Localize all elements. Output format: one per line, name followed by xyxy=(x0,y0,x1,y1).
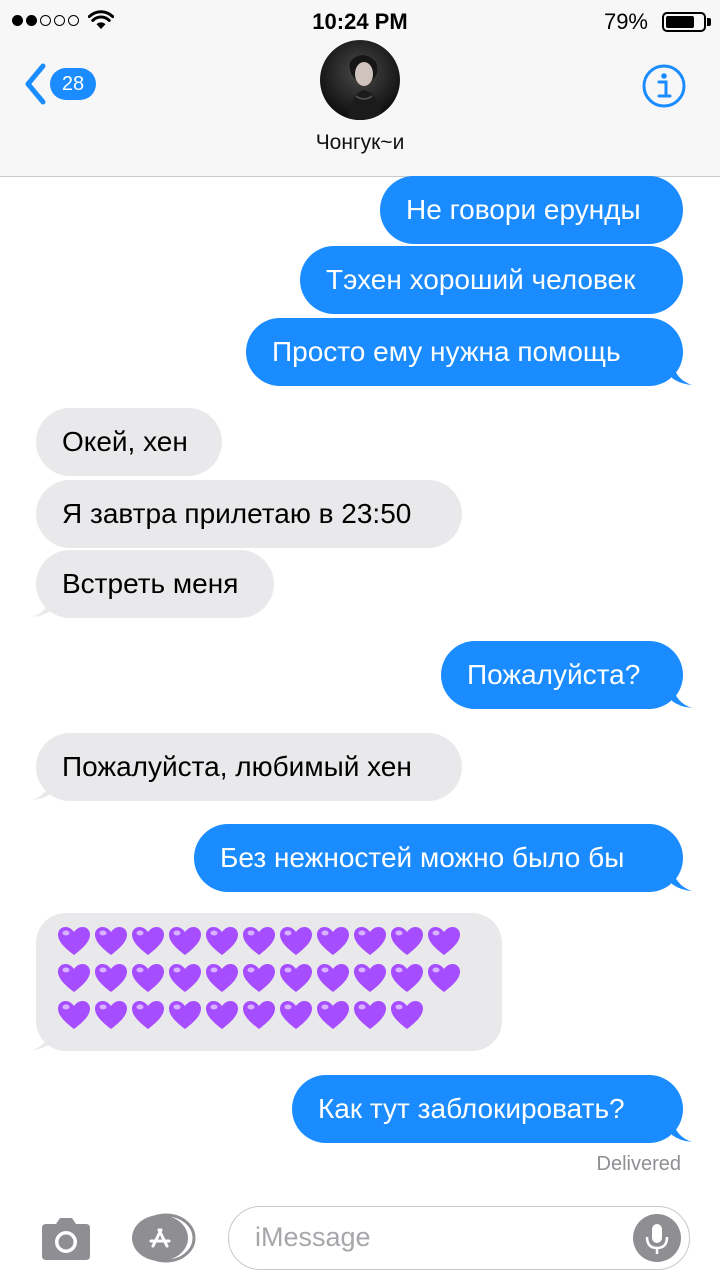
outgoing-message[interactable]: Не говори ерунды xyxy=(380,176,683,244)
microphone-button[interactable] xyxy=(633,1214,681,1262)
purple-heart-icon xyxy=(132,1001,164,1029)
purple-heart-icon xyxy=(58,1001,90,1029)
bubble-tail xyxy=(672,868,692,891)
incoming-message[interactable]: Я завтра прилетаю в 23:50 xyxy=(36,480,462,548)
battery-percent: 79% xyxy=(603,9,648,34)
bubble-tail xyxy=(32,594,52,617)
hearts-row xyxy=(56,923,482,960)
purple-heart-icon xyxy=(58,964,90,992)
purple-heart-icon xyxy=(317,927,349,955)
purple-heart-icon xyxy=(317,1001,349,1029)
message-input-placeholder: iMessage xyxy=(255,1222,371,1252)
contact-avatar[interactable] xyxy=(320,40,400,120)
purple-heart-icon xyxy=(169,964,201,992)
outgoing-message[interactable]: Без нежностей можно было бы xyxy=(194,824,683,892)
outgoing-message[interactable]: Тэхен хороший человек xyxy=(300,246,683,314)
hearts-row xyxy=(56,997,482,1034)
purple-heart-icon xyxy=(132,964,164,992)
outgoing-message[interactable]: Пожалуйста? xyxy=(441,641,683,709)
bubble-tail xyxy=(32,777,52,800)
chevron-left-icon xyxy=(25,63,46,105)
incoming-message[interactable]: Окей, хен xyxy=(36,408,222,476)
purple-heart-icon xyxy=(206,1001,238,1029)
purple-heart-icon xyxy=(428,927,460,955)
bubble-tail xyxy=(672,1119,692,1142)
info-icon[interactable] xyxy=(640,62,688,110)
unread-count-badge: 28 xyxy=(50,68,96,100)
purple-heart-icon xyxy=(391,964,423,992)
battery-icon xyxy=(662,12,706,32)
delivery-status: Delivered xyxy=(596,1153,681,1175)
purple-hearts xyxy=(56,923,482,1034)
purple-heart-icon xyxy=(243,1001,275,1029)
hearts-row xyxy=(56,960,482,997)
incoming-message[interactable]: Пожалуйста, любимый хен xyxy=(36,733,462,801)
bubble-tail xyxy=(672,362,692,385)
bubble-tail xyxy=(672,685,692,708)
purple-heart-icon xyxy=(243,927,275,955)
purple-heart-icon xyxy=(391,1001,423,1029)
purple-heart-icon xyxy=(132,927,164,955)
app-store-icon[interactable] xyxy=(130,1213,196,1263)
outgoing-message[interactable]: Как тут заблокировать? xyxy=(292,1075,683,1143)
bubble-tail xyxy=(32,1027,52,1050)
incoming-message-hearts[interactable] xyxy=(36,913,502,1051)
compose-bar: iMessage xyxy=(0,1196,720,1280)
purple-heart-icon xyxy=(280,964,312,992)
purple-heart-icon xyxy=(206,964,238,992)
incoming-message[interactable]: Встреть меня xyxy=(36,550,274,618)
purple-heart-icon xyxy=(354,964,386,992)
purple-heart-icon xyxy=(206,927,238,955)
purple-heart-icon xyxy=(354,927,386,955)
purple-heart-icon xyxy=(243,964,275,992)
purple-heart-icon xyxy=(95,1001,127,1029)
purple-heart-icon xyxy=(317,964,349,992)
conversation-header: 10:24 PM 79% 28 Чонгук~и xyxy=(0,0,720,177)
purple-heart-icon xyxy=(169,927,201,955)
purple-heart-icon xyxy=(95,964,127,992)
purple-heart-icon xyxy=(428,964,460,992)
purple-heart-icon xyxy=(58,927,90,955)
purple-heart-icon xyxy=(391,927,423,955)
purple-heart-icon xyxy=(95,927,127,955)
purple-heart-icon xyxy=(280,1001,312,1029)
back-button[interactable]: 28 xyxy=(24,62,96,106)
status-bar: 10:24 PM 79% xyxy=(0,0,720,44)
purple-heart-icon xyxy=(169,1001,201,1029)
purple-heart-icon xyxy=(354,1001,386,1029)
camera-icon[interactable] xyxy=(38,1216,94,1262)
purple-heart-icon xyxy=(280,927,312,955)
contact-name[interactable]: Чонгук~и xyxy=(0,131,720,155)
message-input[interactable]: iMessage xyxy=(228,1206,690,1270)
microphone-icon xyxy=(645,1224,669,1254)
outgoing-message[interactable]: Просто ему нужна помощь xyxy=(246,318,683,386)
